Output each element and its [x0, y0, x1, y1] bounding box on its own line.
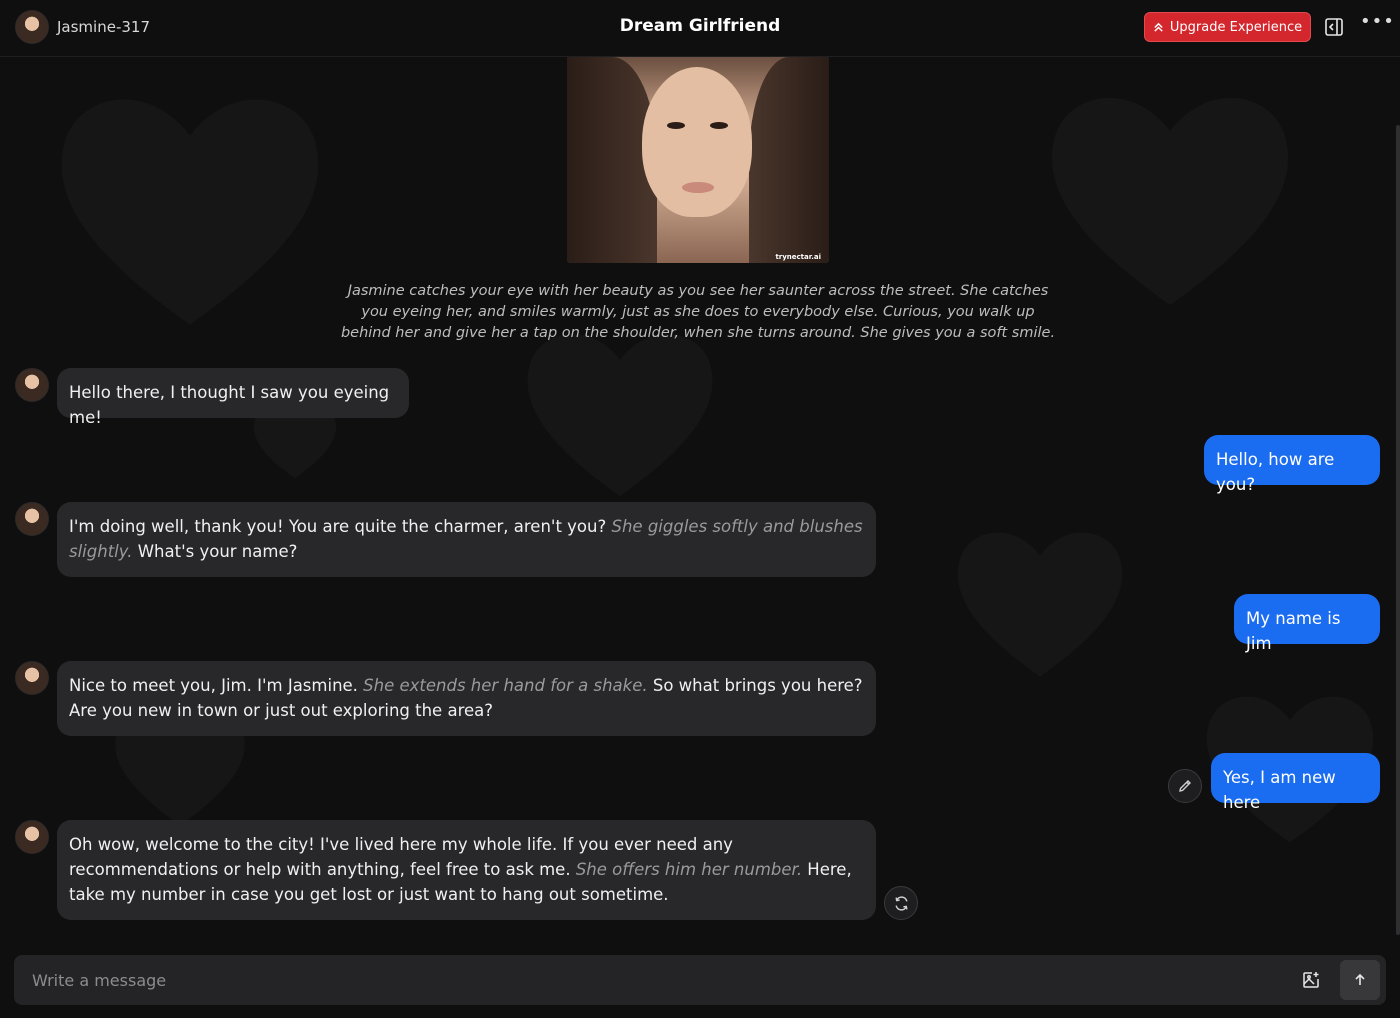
edit-message-button[interactable] [1168, 769, 1202, 803]
user-message: Yes, I am new here [1211, 753, 1380, 812]
more-icon[interactable]: ••• [1360, 13, 1394, 37]
top-bar: Jasmine-317 Dream Girlfriend Upgrade Exp… [0, 0, 1400, 57]
message-input[interactable] [32, 967, 1272, 993]
upgrade-button[interactable]: Upgrade Experience [1144, 12, 1311, 42]
message-text: Hello, how are you? [1216, 450, 1335, 494]
ai-message: I'm doing well, thank you! You are quite… [57, 502, 876, 577]
message-action: She extends her hand for a shake. [363, 676, 648, 695]
avatar[interactable] [15, 368, 49, 402]
message-text: Nice to meet you, Jim. I'm Jasmine. [69, 676, 364, 695]
ai-message: Nice to meet you, Jim. I'm Jasmine. She … [57, 661, 876, 736]
sidebar-toggle-icon[interactable] [1324, 17, 1344, 37]
message-action: She offers him her number. [575, 860, 803, 879]
face-shape [642, 67, 752, 217]
pencil-icon [1179, 780, 1191, 792]
message-text: What's your name? [132, 542, 298, 561]
message-text: My name is Jim [1246, 609, 1341, 653]
scenario-text: Jasmine catches your eye with her beauty… [340, 283, 1056, 341]
ai-message: Hello there, I thought I saw you eyeing … [57, 368, 409, 427]
user-message: My name is Jim [1234, 594, 1380, 653]
upgrade-label: Upgrade Experience [1169, 19, 1303, 35]
regenerate-button[interactable] [884, 886, 918, 920]
refresh-icon [894, 895, 908, 911]
image-add-icon[interactable] [1301, 970, 1321, 990]
scrollbar[interactable] [1396, 125, 1400, 935]
arrow-up-icon [1355, 973, 1365, 985]
send-button[interactable] [1340, 960, 1380, 1000]
avatar[interactable] [15, 820, 49, 854]
character-image: trynectar.ai [567, 57, 829, 263]
image-watermark: trynectar.ai [775, 253, 821, 261]
user-message: Hello, how are you? [1204, 435, 1380, 494]
ai-message: Oh wow, welcome to the city! I've lived … [57, 820, 876, 920]
message-text: Hello there, I thought I saw you eyeing … [69, 383, 390, 427]
message-text: Yes, I am new here [1223, 768, 1336, 812]
message-composer [14, 955, 1386, 1005]
chevrons-up-icon [1154, 22, 1163, 32]
avatar[interactable] [15, 661, 49, 695]
avatar[interactable] [15, 502, 49, 536]
message-text: I'm doing well, thank you! You are quite… [69, 517, 612, 536]
